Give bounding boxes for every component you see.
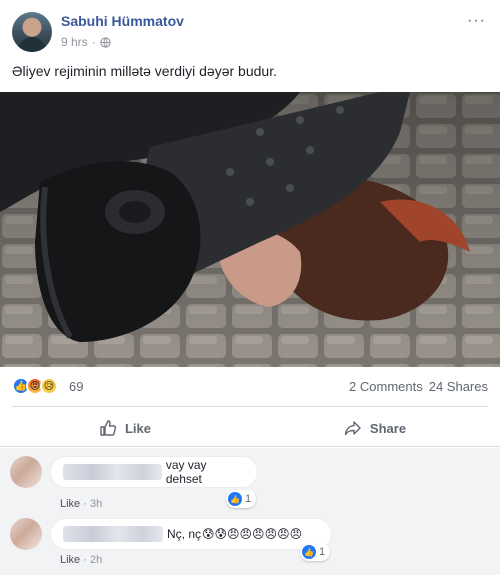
post-text: Əliyev rejiminin millətə verdiyi dəyər b… — [12, 63, 277, 79]
like-label: Like — [124, 420, 151, 436]
divider — [12, 406, 488, 407]
comment-text: Nç, nç — [167, 527, 202, 541]
photo-content — [0, 92, 500, 367]
like-button[interactable]: Like — [0, 410, 250, 446]
comment-time[interactable]: 2h — [90, 554, 102, 566]
like-icon: 👍 — [228, 492, 242, 506]
comment-reaction-count: 1 — [245, 493, 252, 505]
post-actions: Like Share — [0, 410, 500, 446]
comment-like-link[interactable]: Like — [60, 554, 80, 566]
commenter-avatar[interactable] — [10, 456, 42, 488]
share-label: Share — [369, 420, 407, 436]
post-photo[interactable] — [0, 92, 500, 367]
comment-time[interactable]: 3h — [90, 498, 102, 510]
commenter-name-blurred[interactable] — [63, 464, 162, 480]
share-icon — [344, 421, 361, 436]
comment-meta: Like · 2h — [60, 554, 103, 566]
more-options-button[interactable]: ··· — [467, 12, 486, 30]
reaction-icons[interactable]: 👍 😡 😥 — [12, 377, 58, 395]
sad-icon: 😥 — [40, 377, 58, 395]
post-meta: 9 hrs · — [61, 35, 111, 49]
comments-count-link[interactable]: 2 Comments — [349, 379, 423, 394]
reaction-count[interactable]: 69 — [69, 379, 83, 394]
comment-bubble: Nç, nç 😰😰😠😠😠😠😠😠 — [50, 518, 332, 550]
comment-emojis: 😰😰😠😠😠😠😠😠 — [202, 527, 303, 541]
engagement-counts: 2 Comments 24 Shares — [349, 379, 488, 394]
meta-separator: · — [91, 35, 96, 49]
divider — [0, 446, 500, 447]
like-icon: 👍 — [302, 545, 316, 559]
post-time[interactable]: 9 hrs — [61, 35, 88, 49]
comment-like-link[interactable]: Like — [60, 498, 80, 510]
comment-reaction-count: 1 — [319, 546, 326, 558]
commenter-avatar[interactable] — [10, 518, 42, 550]
thumbs-up-icon — [100, 420, 117, 436]
comments-section: vay vay dehset 👍 1 Like · 3h Nç, nç 😰😰😠😠… — [0, 448, 500, 575]
commenter-name-blurred[interactable] — [63, 526, 163, 542]
globe-icon[interactable] — [100, 36, 111, 48]
comment-text: vay vay dehset — [165, 458, 207, 486]
share-button[interactable]: Share — [250, 410, 500, 446]
shares-count-link[interactable]: 24 Shares — [429, 379, 488, 394]
reactions-summary: 👍 😡 😥 69 2 Comments 24 Shares — [0, 372, 500, 400]
comment-reaction[interactable]: 👍 1 — [226, 490, 257, 508]
comment-meta: Like · 3h — [60, 498, 103, 510]
comment-reaction[interactable]: 👍 1 — [300, 543, 331, 561]
author-avatar[interactable] — [12, 12, 52, 52]
comment-bubble: vay vay dehset — [50, 456, 258, 488]
author-name[interactable]: Sabuhi Hümmatov — [61, 13, 184, 29]
post-header: Sabuhi Hümmatov 9 hrs · ··· — [0, 0, 500, 58]
